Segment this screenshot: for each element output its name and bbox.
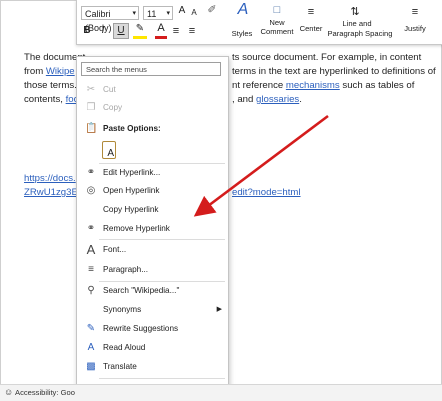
annotation-arrow (193, 114, 329, 217)
arrow-line (193, 114, 329, 217)
